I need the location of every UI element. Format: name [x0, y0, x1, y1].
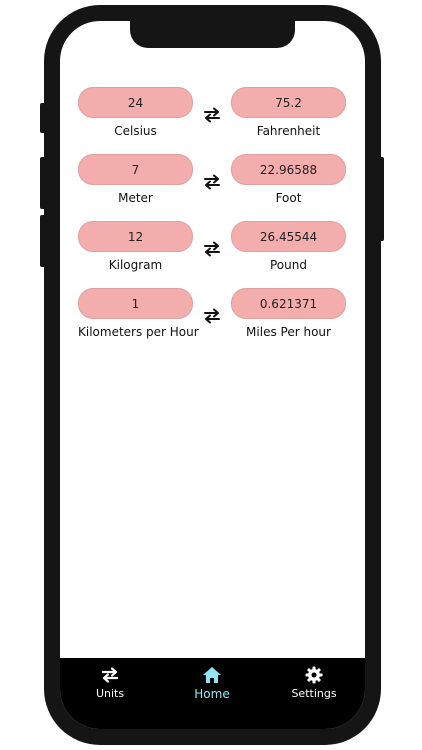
conversion-row-weight: 12 Kilogram 26.45544 Pound: [60, 221, 365, 281]
tab-settings[interactable]: Settings: [274, 666, 354, 700]
swap-arrows-icon[interactable]: [203, 107, 221, 123]
conversion-row-temperature: 24 Celsius 75.2 Fahrenheit: [60, 87, 365, 147]
right-unit-label: Miles Per hour: [246, 325, 331, 339]
bottom-tab-bar: Units Home Settings: [60, 658, 365, 729]
gear-icon: [305, 666, 323, 684]
swap-arrows-icon[interactable]: [203, 174, 221, 190]
tab-units-label: Units: [95, 687, 125, 700]
meter-input[interactable]: 7: [78, 154, 193, 185]
conversion-row-speed: 1 Kilometers per Hour 0.621371 Miles Per…: [60, 288, 365, 348]
left-unit-label: Meter: [118, 191, 153, 205]
left-unit-column: 7 Meter: [78, 154, 193, 205]
right-unit-label: Pound: [270, 258, 307, 272]
volume-down-button: [40, 215, 46, 267]
right-unit-column: 0.621371 Miles Per hour: [231, 288, 346, 339]
swap-arrows-icon[interactable]: [203, 308, 221, 324]
foot-input[interactable]: 22.96588: [231, 154, 346, 185]
notch: [130, 19, 295, 48]
volume-up-button: [40, 157, 46, 209]
tab-settings-label: Settings: [291, 687, 337, 700]
swap-arrows-icon: [101, 667, 119, 683]
mph-input[interactable]: 0.621371: [231, 288, 346, 319]
left-unit-column: 1 Kilometers per Hour: [78, 288, 199, 339]
tab-home[interactable]: Home: [172, 666, 252, 701]
kilogram-input[interactable]: 12: [78, 221, 193, 252]
tab-units[interactable]: Units: [70, 666, 150, 700]
home-icon: [203, 667, 221, 683]
left-unit-label: Celsius: [114, 124, 157, 138]
left-unit-label: Kilometers per Hour: [78, 325, 199, 339]
fahrenheit-input[interactable]: 75.2: [231, 87, 346, 118]
pound-input[interactable]: 26.45544: [231, 221, 346, 252]
mute-switch: [40, 103, 46, 133]
device-mockup: 24 Celsius 75.2 Fahrenheit 7 Meter 22.96…: [0, 0, 422, 750]
right-unit-column: 26.45544 Pound: [231, 221, 346, 272]
right-unit-column: 22.96588 Foot: [231, 154, 346, 205]
tab-home-label: Home: [194, 687, 230, 701]
right-unit-label: Foot: [275, 191, 302, 205]
left-unit-column: 24 Celsius: [78, 87, 193, 138]
left-unit-column: 12 Kilogram: [78, 221, 193, 272]
right-unit-column: 75.2 Fahrenheit: [231, 87, 346, 138]
app-screen: 24 Celsius 75.2 Fahrenheit 7 Meter 22.96…: [60, 21, 365, 729]
power-button: [378, 157, 384, 241]
swap-arrows-icon[interactable]: [203, 241, 221, 257]
right-unit-label: Fahrenheit: [256, 124, 321, 138]
celsius-input[interactable]: 24: [78, 87, 193, 118]
conversion-row-length: 7 Meter 22.96588 Foot: [60, 154, 365, 214]
left-unit-label: Kilogram: [108, 258, 163, 272]
kmh-input[interactable]: 1: [78, 288, 193, 319]
